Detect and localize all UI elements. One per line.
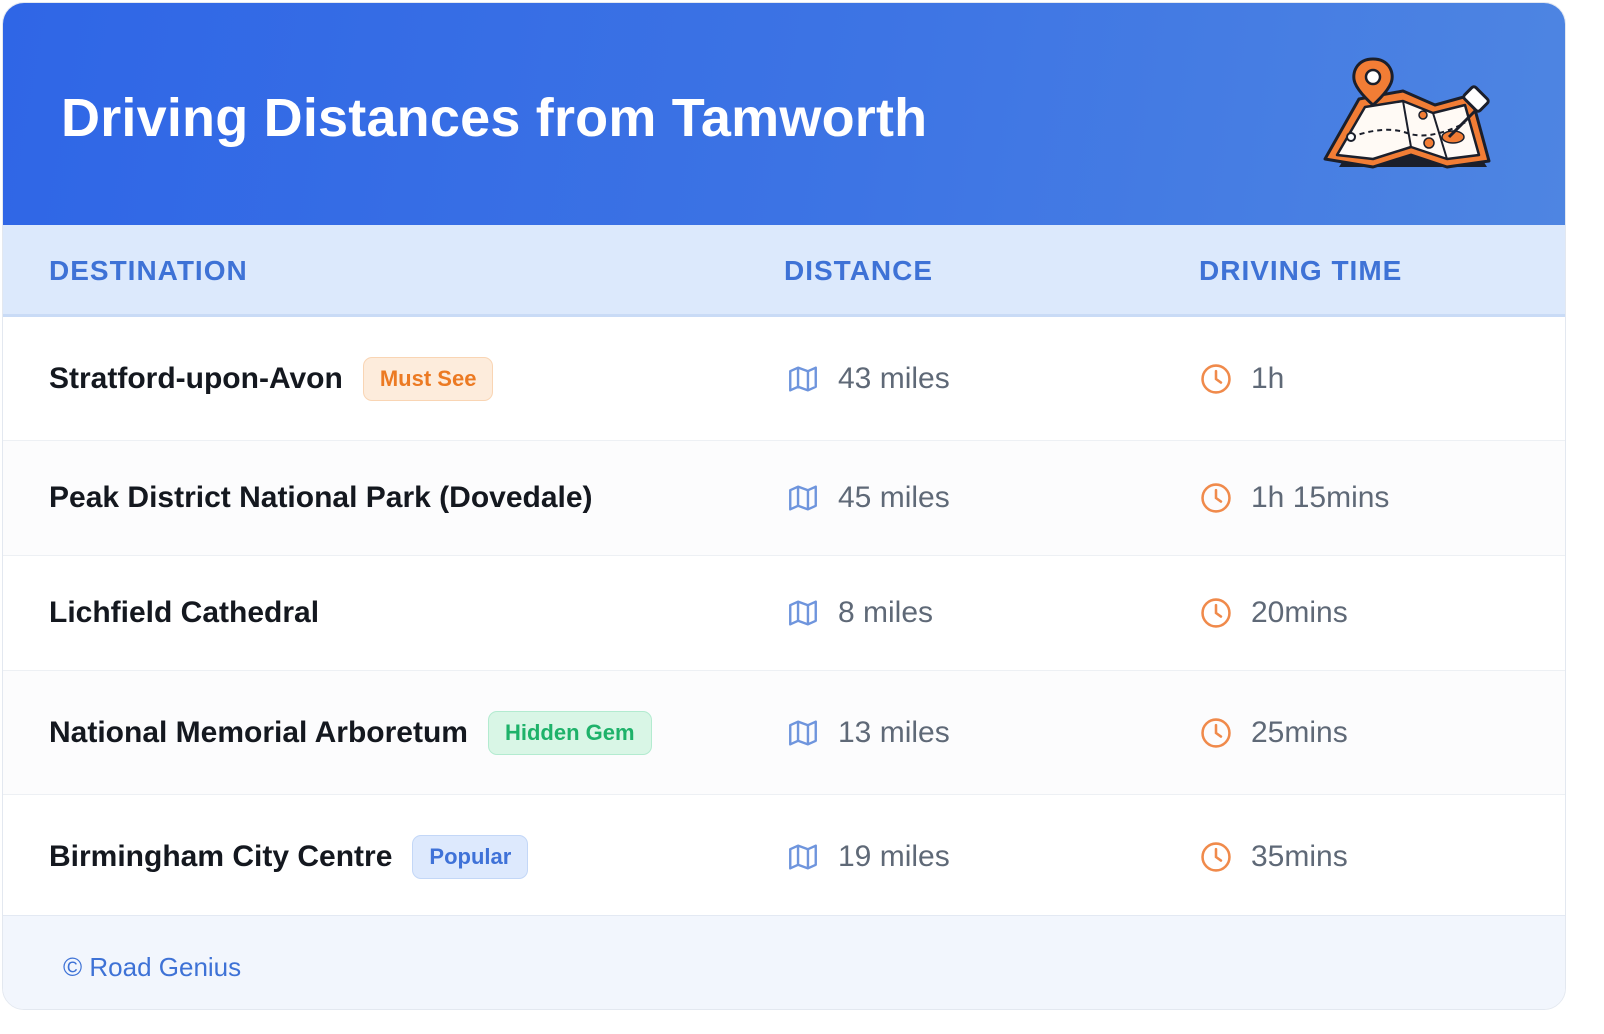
footer: © Road Genius: [3, 915, 1565, 1009]
time-cell: 1h: [1199, 362, 1284, 396]
column-header-driving-time: DRIVING TIME: [1199, 255, 1403, 286]
time-cell: 20mins: [1199, 596, 1348, 630]
status-badge: Hidden Gem: [487, 710, 652, 755]
distance-cell: 13 miles: [786, 716, 950, 750]
driving-time-value: 20mins: [1251, 596, 1348, 629]
destination-cell: Lichfield Cathedral: [49, 596, 319, 630]
clock-icon: [1201, 717, 1231, 748]
destination-name: Peak District National Park (Dovedale): [49, 481, 593, 514]
table-row: National Memorial Arboretum Hidden Gem 1…: [3, 671, 1565, 795]
column-header-distance: DISTANCE: [784, 255, 934, 286]
map-icon: [789, 365, 817, 392]
destination-cell: Peak District National Park (Dovedale): [49, 481, 593, 515]
column-header-destination: DESTINATION: [49, 255, 248, 286]
distance-value: 43 miles: [838, 361, 950, 395]
driving-time-value: 25mins: [1251, 715, 1348, 749]
page-title: Driving Distances from Tamworth: [61, 88, 928, 148]
distance-value: 8 miles: [838, 596, 934, 629]
clock-icon: [1201, 483, 1231, 513]
driving-time-value: 1h: [1251, 361, 1285, 395]
destination-name: Stratford-upon-Avon: [49, 361, 343, 395]
time-cell: 35mins: [1199, 840, 1348, 874]
map-icon: [789, 485, 817, 511]
destination-cell: National Memorial Arboretum Hidden Gem: [49, 710, 652, 755]
clock-icon: [1201, 842, 1231, 872]
destination-cell: Stratford-upon-Avon Must See: [49, 356, 494, 401]
distance-table-card: Driving Distances from Tamworth DESTINAT…: [2, 2, 1566, 1010]
distance-cell: 8 miles: [786, 596, 933, 630]
table-row: Lichfield Cathedral 8 miles 20mins: [3, 556, 1565, 671]
table-row: Birmingham City Centre Popular 19 miles …: [3, 795, 1565, 919]
distance-cell: 43 miles: [786, 362, 950, 396]
distance-value: 19 miles: [838, 840, 950, 873]
destination-name: National Memorial Arboretum: [49, 715, 468, 749]
status-badge: Popular: [412, 835, 529, 879]
time-cell: 25mins: [1199, 716, 1348, 750]
driving-time-value: 35mins: [1251, 840, 1348, 873]
table-row: Stratford-upon-Avon Must See 43 miles 1h: [3, 317, 1565, 441]
map-icon: [789, 719, 817, 746]
distance-cell: 45 miles: [786, 481, 950, 515]
clock-icon: [1201, 363, 1231, 394]
clock-icon: [1201, 598, 1231, 628]
distance-cell: 19 miles: [786, 840, 950, 874]
map-icon: [789, 844, 817, 870]
table-body: Stratford-upon-Avon Must See 43 miles 1h…: [3, 317, 1565, 919]
map-icon: [789, 600, 817, 626]
destination-name: Lichfield Cathedral: [49, 596, 320, 629]
time-cell: 1h 15mins: [1199, 481, 1389, 515]
column-header-row: DESTINATION DISTANCE DRIVING TIME: [3, 225, 1565, 317]
driving-time-value: 1h 15mins: [1251, 481, 1390, 514]
map-pin-illustration-icon: [1323, 57, 1491, 169]
status-badge: Must See: [362, 356, 494, 401]
destination-name: Birmingham City Centre: [49, 840, 393, 873]
destination-cell: Birmingham City Centre Popular: [49, 835, 529, 879]
distance-value: 13 miles: [838, 715, 950, 749]
header-banner: Driving Distances from Tamworth: [3, 3, 1565, 225]
distance-value: 45 miles: [838, 481, 950, 514]
table-row: Peak District National Park (Dovedale) 4…: [3, 441, 1565, 556]
footer-copyright: © Road Genius: [63, 952, 242, 982]
